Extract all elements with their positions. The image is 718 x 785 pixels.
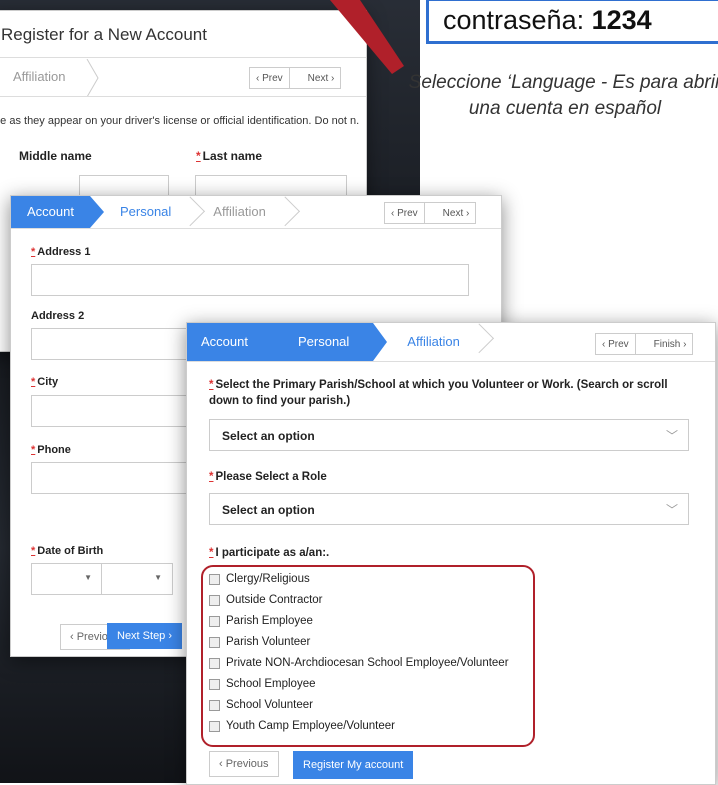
option-label: Private NON-Archdiocesan School Employee… xyxy=(226,657,509,669)
tab-personal[interactable]: Personal xyxy=(261,323,388,361)
divider xyxy=(0,96,366,97)
checkbox[interactable] xyxy=(209,657,220,669)
participate-text: I participate as a/an:. xyxy=(215,547,330,559)
next-button[interactable]: Next › xyxy=(437,208,476,219)
checkbox[interactable] xyxy=(209,699,220,711)
required-mark: * xyxy=(209,379,214,391)
prev-next-nav: ‹ Prev Next › xyxy=(384,202,477,224)
address1-text: Address 1 xyxy=(37,246,91,258)
participate-label: * I participate as a/an:. xyxy=(209,545,699,561)
prev-finish-nav: ‹ Prev Finish › xyxy=(595,333,694,355)
last-name-label: * Last name xyxy=(196,149,262,163)
nav-separator xyxy=(634,334,648,354)
option-contractor[interactable]: Outside Contractor xyxy=(209,594,323,606)
phone-label: * Phone xyxy=(31,444,71,456)
chevron-down-icon: ﹀ xyxy=(665,503,678,517)
tab-affiliation[interactable]: Affiliation xyxy=(373,323,476,361)
primary-parish-label: * Select the Primary Parish/School at whi… xyxy=(209,377,699,409)
chevron-down-icon: ﹀ xyxy=(665,429,678,443)
name-instructions: me as they appear on your driver's licen… xyxy=(0,115,360,127)
nav-separator xyxy=(423,203,437,223)
city-input[interactable] xyxy=(31,395,189,427)
required-mark: * xyxy=(196,149,201,163)
divider xyxy=(0,57,366,58)
password-value: 1234 xyxy=(591,5,652,35)
option-label: Parish Volunteer xyxy=(226,636,311,648)
step-affiliation: Affiliation xyxy=(13,69,66,84)
last-name-text: Last name xyxy=(202,149,263,163)
checkbox[interactable] xyxy=(209,636,220,648)
role-select[interactable]: Select an option ﹀ xyxy=(209,493,689,525)
option-private-school[interactable]: Private NON-Archdiocesan School Employee… xyxy=(209,657,509,669)
tab-affiliation[interactable]: Affiliation xyxy=(187,196,282,228)
dob-month-select[interactable]: ▼ xyxy=(31,563,103,595)
register-window-affiliation: Account Personal Affiliation ‹ Prev Fini… xyxy=(186,322,716,785)
option-parish-employee[interactable]: Parish Employee xyxy=(209,615,313,627)
dob-label: * Date of Birth xyxy=(31,545,103,557)
parish-select[interactable]: Select an option ﹀ xyxy=(209,419,689,451)
checkbox[interactable] xyxy=(209,573,220,585)
primary-parish-text: Select the Primary Parish/School at whic… xyxy=(209,379,668,407)
required-mark: * xyxy=(31,376,36,388)
nav-separator xyxy=(288,68,302,88)
option-label: Clergy/Religious xyxy=(226,573,310,585)
city-text: City xyxy=(37,376,59,388)
checkbox[interactable] xyxy=(209,615,220,627)
next-button[interactable]: Next › xyxy=(302,73,341,84)
option-parish-volunteer[interactable]: Parish Volunteer xyxy=(209,636,310,648)
option-school-volunteer[interactable]: School Volunteer xyxy=(209,699,313,711)
password-callout: contraseña: 1234 xyxy=(426,0,718,44)
tab-account[interactable]: Account xyxy=(187,323,276,361)
divider xyxy=(11,228,501,229)
required-mark: * xyxy=(209,471,214,483)
dob-text: Date of Birth xyxy=(37,545,104,557)
option-label: Parish Employee xyxy=(226,615,313,627)
caret-down-icon: ▼ xyxy=(84,573,92,582)
prev-button[interactable]: ‹ Prev xyxy=(596,339,635,350)
required-mark: * xyxy=(31,444,36,456)
window-title: Register for a New Account xyxy=(1,25,207,44)
required-mark: * xyxy=(209,547,214,559)
checkbox[interactable] xyxy=(209,594,220,606)
previous-button[interactable]: ‹ Previous xyxy=(209,751,279,777)
prev-next-nav: ‹ Prev Next › xyxy=(249,67,342,89)
prev-button[interactable]: ‹ Prev xyxy=(250,73,289,84)
parish-select-value: Select an option xyxy=(222,429,315,443)
role-text: Please Select a Role xyxy=(215,471,327,483)
phone-input[interactable] xyxy=(31,462,189,494)
middle-name-label: Middle name xyxy=(19,149,92,163)
option-label: Outside Contractor xyxy=(226,594,323,606)
tab-account[interactable]: Account xyxy=(11,196,104,228)
dob-day-select[interactable]: ▼ xyxy=(101,563,173,595)
city-label: * City xyxy=(31,376,58,388)
tab-personal[interactable]: Personal xyxy=(90,196,187,228)
required-mark: * xyxy=(31,545,36,557)
register-account-button[interactable]: Register My account xyxy=(293,751,414,779)
address2-label: Address 2 xyxy=(31,310,85,322)
required-mark: * xyxy=(31,246,36,258)
phone-text: Phone xyxy=(37,444,71,456)
divider xyxy=(187,361,715,362)
role-label: * Please Select a Role xyxy=(209,469,699,485)
option-label: School Volunteer xyxy=(226,699,313,711)
language-note: Seleccione ‘Language - Es para abrir una… xyxy=(408,72,718,119)
option-youth-camp[interactable]: Youth Camp Employee/Volunteer xyxy=(209,720,395,732)
option-label: Youth Camp Employee/Volunteer xyxy=(226,720,395,732)
option-clergy[interactable]: Clergy/Religious xyxy=(209,573,310,585)
option-label: School Employee xyxy=(226,678,316,690)
next-step-button[interactable]: Next Step › xyxy=(107,623,183,649)
checkbox[interactable] xyxy=(209,678,220,690)
checkbox[interactable] xyxy=(209,720,220,732)
role-select-value: Select an option xyxy=(222,503,315,517)
prev-button[interactable]: ‹ Prev xyxy=(385,208,424,219)
password-prefix: contraseña: xyxy=(443,5,592,35)
option-school-employee[interactable]: School Employee xyxy=(209,678,316,690)
address1-input[interactable] xyxy=(31,264,469,296)
password-callout-text: contraseña: 1234 xyxy=(443,5,652,36)
finish-button[interactable]: Finish › xyxy=(648,339,693,350)
caret-down-icon: ▼ xyxy=(154,573,162,582)
step-chevron-icon xyxy=(86,59,99,97)
address1-label: * Address 1 xyxy=(31,246,90,258)
